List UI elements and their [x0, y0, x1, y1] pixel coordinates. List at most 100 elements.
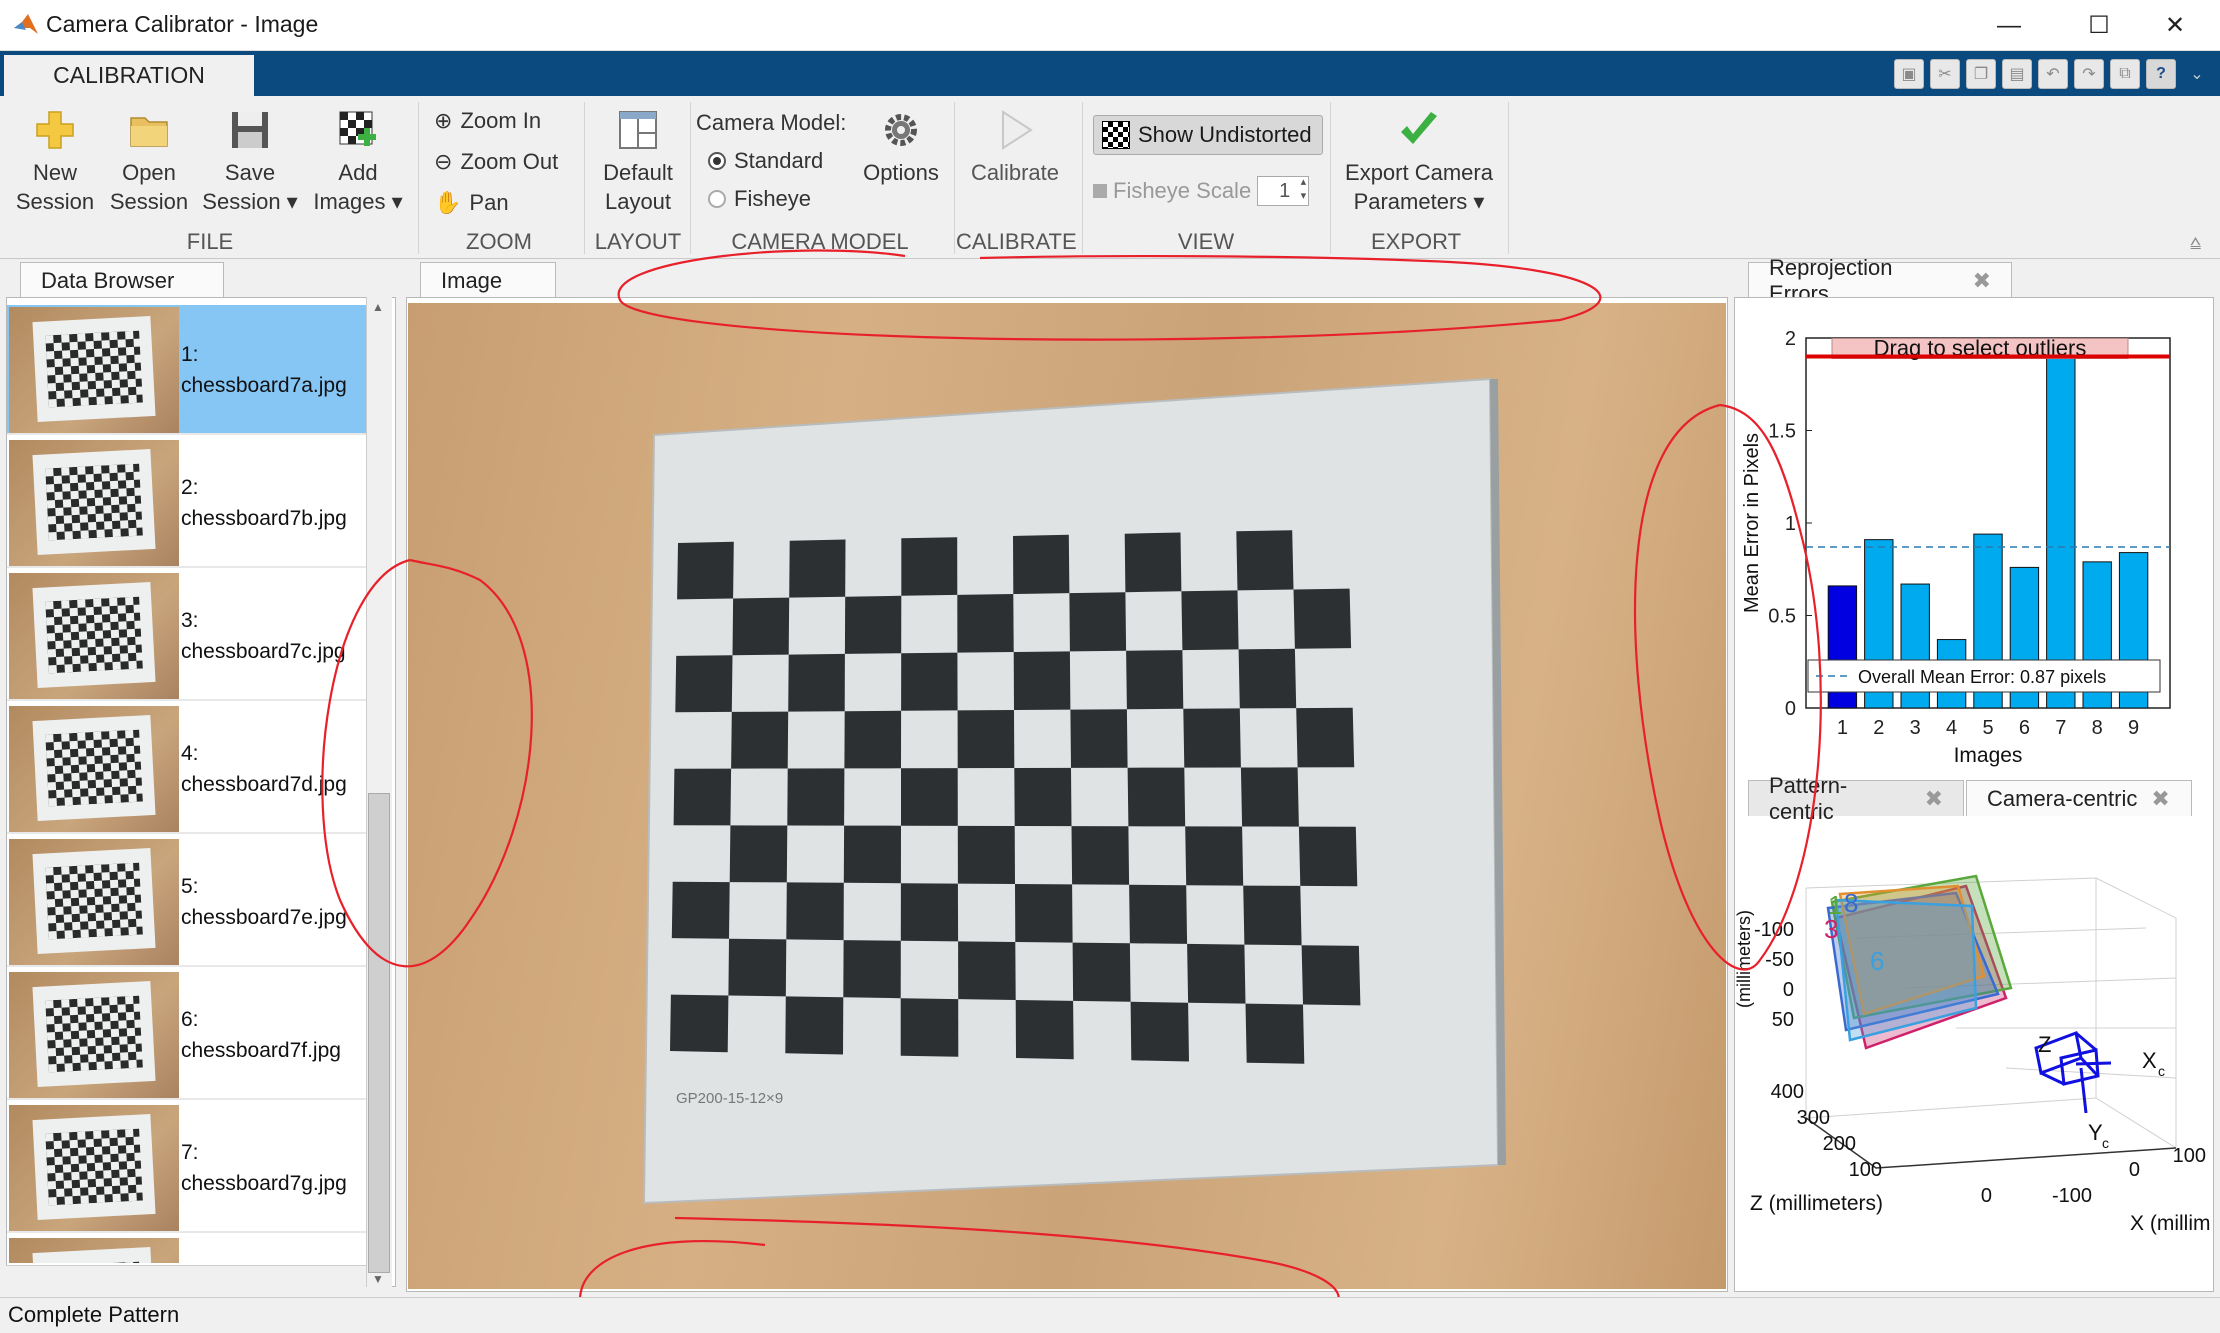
group-camera-model-label: CAMERA MODEL: [731, 229, 909, 254]
tab-reprojection-errors[interactable]: Reprojection Errors ✖: [1748, 255, 2012, 306]
group-layout-label: LAYOUT: [594, 229, 682, 254]
default-layout-button[interactable]: Default Layout: [592, 108, 684, 216]
y-tick-label: 0: [1783, 979, 1794, 1001]
tab-image[interactable]: Image: [420, 262, 556, 298]
thumbnail-number: 7:: [181, 1141, 199, 1164]
standard-label: Standard: [734, 148, 824, 173]
default-layout-label-2: Layout: [604, 189, 672, 214]
chessboard-square: [1183, 708, 1241, 768]
chessboard-square: [1072, 942, 1131, 1002]
thumbnail-label: 6: chessboard7f.jpg: [181, 1004, 341, 1066]
zoom-in-button[interactable]: ⊕ Zoom In: [434, 108, 541, 134]
minimize-button[interactable]: —: [1974, 0, 2044, 51]
zoom-out-button[interactable]: ⊖ Zoom Out: [434, 149, 558, 175]
save-icon[interactable]: ▣: [1894, 59, 1924, 89]
standard-radio[interactable]: Standard: [708, 148, 823, 174]
fisheye-scale-control: Fisheye Scale 1: [1093, 175, 1310, 206]
scroll-up-icon[interactable]: ▲: [372, 300, 384, 314]
chessboard-square: [1015, 1000, 1074, 1060]
show-undistorted-toggle[interactable]: Show Undistorted: [1093, 115, 1323, 155]
paste-icon[interactable]: ▤: [2002, 59, 2032, 89]
cut-icon[interactable]: ✂: [1930, 59, 1960, 89]
pan-button[interactable]: ✋ Pan: [434, 190, 509, 216]
chessboard-square: [731, 711, 789, 769]
pan-label: Pan: [469, 190, 509, 215]
tab-pattern-centric[interactable]: Pattern-centric ✖: [1748, 773, 1964, 824]
chessboard-square: [729, 825, 788, 883]
chessboard-square: [1124, 532, 1182, 593]
calibrate-button[interactable]: Calibrate: [960, 108, 1070, 187]
chessboard-square: [1296, 707, 1355, 768]
save-session-button[interactable]: Save Session ▾: [198, 108, 302, 216]
window-title: Camera Calibrator - Image: [46, 11, 319, 37]
scroll-down-icon[interactable]: ▼: [372, 1272, 384, 1286]
thumbnail-item[interactable]: 6: chessboard7f.jpg: [7, 970, 369, 1100]
thumbnail-label: 2: chessboard7b.jpg: [181, 472, 347, 534]
x-tick-label: 2: [1873, 717, 1884, 739]
new-session-label-1: New: [32, 160, 77, 185]
open-session-button[interactable]: Open Session: [104, 108, 194, 216]
scrollbar-thumb[interactable]: [368, 793, 390, 1273]
thumbnail-item[interactable]: 2: chessboard7b.jpg: [7, 438, 369, 568]
copy-icon[interactable]: ❐: [1966, 59, 1996, 89]
thumbnail-item[interactable]: [7, 1236, 369, 1263]
browser-horizontal-scrollbar[interactable]: [6, 1265, 366, 1287]
fisheye-scale-label: Fisheye Scale: [1113, 178, 1252, 203]
radio-selected-icon: [708, 152, 726, 170]
tab-camera-label: Camera-centric: [1987, 785, 2138, 811]
help-icon[interactable]: ?: [2146, 59, 2176, 89]
tab-camera-centric[interactable]: Camera-centric ✖: [1966, 780, 2192, 816]
chessboard-square: [1015, 884, 1073, 943]
maximize-button[interactable]: ☐: [2064, 0, 2134, 51]
error-bar: [2046, 348, 2076, 709]
chessboard-square: [957, 710, 1015, 769]
y-tick-label: 1.5: [1768, 421, 1796, 443]
y-tick-label: 50: [1772, 1009, 1794, 1031]
x-tick-label: 3: [1910, 717, 1921, 739]
group-export-label: EXPORT: [1370, 229, 1462, 254]
tab-calibration[interactable]: CALIBRATION: [4, 55, 254, 96]
add-images-button[interactable]: Add Images ▾: [306, 108, 410, 216]
chessboard-square: [1070, 709, 1128, 768]
extrinsics-3d-plot[interactable]: 1 8 3 6 Z X c Y c -100 -50 0 50 400 300 …: [1736, 818, 2212, 1288]
export-camera-parameters-button[interactable]: Export Camera Parameters ▾: [1336, 108, 1502, 216]
thumbnail-label: 4: chessboard7d.jpg: [181, 738, 347, 800]
default-layout-label-1: Default: [603, 160, 673, 185]
tab-data-browser[interactable]: Data Browser: [20, 262, 224, 298]
redo-icon[interactable]: ↷: [2074, 59, 2104, 89]
calibration-photo[interactable]: GP200-15-12×9: [408, 303, 1726, 1289]
save-session-label-1: Save: [224, 160, 276, 185]
thumbnail-number: 5:: [181, 875, 199, 898]
x-tick-label: 0: [2129, 1159, 2140, 1181]
thumbnail-item[interactable]: 1: chessboard7a.jpg: [7, 305, 369, 435]
options-button[interactable]: Options: [854, 108, 948, 187]
thumbnail-item[interactable]: 4: chessboard7d.jpg: [7, 704, 369, 834]
y-axis-label: Mean Error in Pixels: [1741, 433, 1763, 613]
undo-icon[interactable]: ↶: [2038, 59, 2068, 89]
close-tab-icon[interactable]: ✖: [2151, 786, 2169, 812]
new-session-button[interactable]: New Session: [10, 108, 100, 216]
reprojection-errors-chart[interactable]: 00.511.521 2 3 4 5 6 7 8 9Drag to select outlier…: [1736, 310, 2212, 775]
thumbnail-item[interactable]: 3: chessboard7c.jpg: [7, 571, 369, 701]
chessboard-square: [1127, 767, 1186, 827]
thumbnail-item[interactable]: 5: chessboard7e.jpg: [7, 837, 369, 967]
zoom-out-label: Zoom Out: [460, 149, 559, 174]
close-tab-icon[interactable]: ✖: [1925, 786, 1943, 812]
plane-label: 6: [1870, 946, 1884, 976]
switch-windows-icon[interactable]: ⧉: [2110, 59, 2140, 89]
thumbnail-image: [9, 573, 179, 699]
thumbnail-item[interactable]: 7: chessboard7g.jpg: [7, 1103, 369, 1233]
add-images-label-1: Add: [338, 160, 378, 185]
collapse-ribbon-icon[interactable]: ⩠: [2190, 232, 2201, 253]
add-images-icon: [339, 111, 376, 146]
y-axis-label: (millimeters): [1736, 910, 1754, 1008]
camera-axis-x-sub: c: [2158, 1063, 2165, 1079]
thumbnail-image: [9, 972, 179, 1098]
fisheye-scale-spinner[interactable]: 1: [1257, 175, 1310, 206]
x-tick-label: 6: [2019, 717, 2030, 739]
ribbon-header: [0, 51, 2220, 96]
close-window-button[interactable]: ✕: [2140, 0, 2210, 51]
close-tab-icon[interactable]: ✖: [1973, 268, 1991, 294]
expand-icon[interactable]: ⌄: [2182, 59, 2212, 89]
fisheye-radio[interactable]: Fisheye: [708, 186, 811, 212]
